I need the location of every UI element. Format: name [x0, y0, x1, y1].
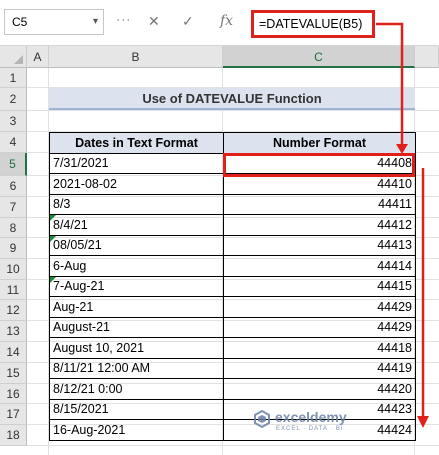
formula-link-arrow — [376, 22, 404, 146]
annotation-arrows — [376, 22, 429, 428]
exceldemy-watermark: exceldemy EXCEL · DATA · BI — [253, 409, 353, 443]
watermark-tagline: EXCEL · DATA · BI — [276, 426, 344, 432]
watermark-name: exceldemy — [275, 409, 347, 425]
exceldemy-logo-icon — [254, 410, 270, 428]
arrow-head-icon — [396, 144, 408, 154]
arrow-head-icon — [417, 416, 429, 428]
